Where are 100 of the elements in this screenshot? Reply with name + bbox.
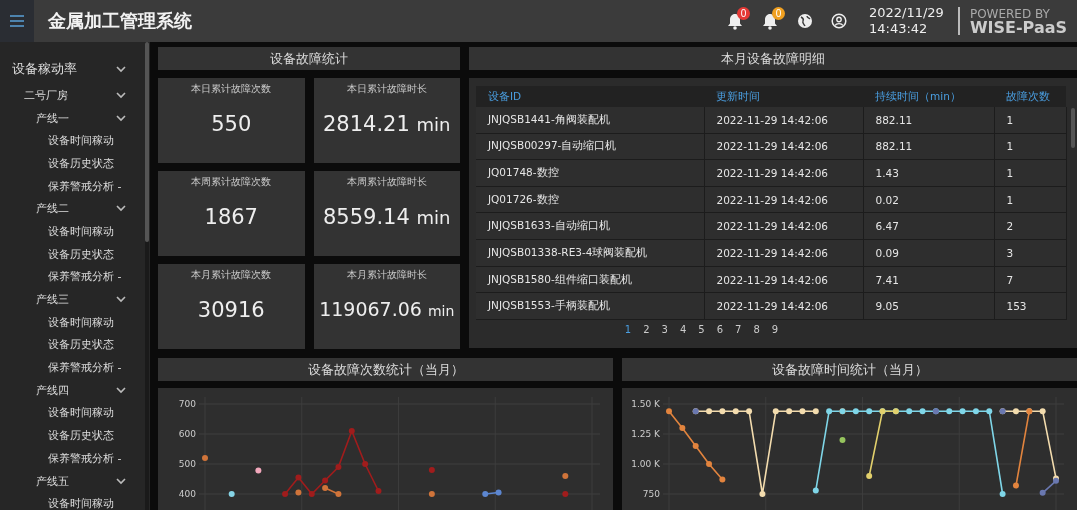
nav-item[interactable]: 保养警戒分析 - [48, 450, 122, 466]
data-point [482, 491, 489, 497]
page-link[interactable]: 8 [753, 324, 760, 335]
nav-item[interactable]: 设备时间稼动 [48, 496, 114, 510]
page-link[interactable]: 1 [624, 324, 632, 335]
y-axis-label: 1.25 K [630, 428, 660, 440]
y-axis-label: 1.50 K [630, 398, 660, 410]
table-cell: 882.11 [863, 133, 994, 160]
data-point [839, 437, 846, 443]
table-cell: JNJQSB1633-自动缩口机 [476, 213, 704, 240]
y-axis-label: 600 [177, 428, 196, 440]
table-cell: JNJQSB1580-组件缩口装配机 [476, 266, 704, 293]
table-cell: 3 [994, 239, 1066, 267]
data-point [706, 461, 713, 467]
nav-item[interactable]: 保养警戒分析 - [48, 269, 122, 285]
data-point [228, 491, 235, 497]
panel-title: 本月设备故障明细 [469, 47, 1077, 70]
nav-item[interactable]: 设备历史状态 [48, 337, 114, 353]
data-point [428, 491, 435, 497]
data-point [1039, 408, 1046, 415]
y-axis-label: 500 [177, 458, 196, 470]
data-point [866, 408, 873, 415]
page-link[interactable]: 6 [716, 324, 724, 335]
nav-item[interactable]: 产线二 [36, 201, 69, 217]
column-header: 设备ID [476, 86, 704, 107]
column-header: 故障次数 [994, 86, 1066, 107]
chevron-icon[interactable] [116, 114, 126, 122]
data-point [692, 443, 699, 449]
nav-item[interactable]: 设备历史状态 [48, 428, 114, 444]
powered-by-text: POWERED BY [969, 7, 1051, 21]
table-cell: JQ01726-数控 [476, 186, 704, 213]
panel-title: 设备故障统计 [158, 47, 460, 70]
globe-icon [796, 13, 813, 29]
nav-item[interactable]: 产线三 [36, 292, 69, 308]
nav-item[interactable]: 产线一 [36, 110, 69, 126]
data-point [986, 408, 993, 415]
notification-badge: 0 [736, 6, 750, 20]
chevron-icon[interactable] [116, 296, 126, 304]
data-point [666, 408, 672, 415]
nav-item[interactable]: 设备时间稼动 [48, 223, 114, 239]
user-button[interactable] [830, 13, 847, 29]
table-cell: 2 [994, 213, 1066, 240]
scrollbar-thumb[interactable] [1070, 108, 1075, 148]
stat-value: 8559.14 min [323, 205, 451, 229]
nav-item[interactable]: 设备时间稼动 [48, 405, 114, 421]
y-axis-label: 700 [177, 398, 196, 410]
nav-item[interactable]: 设备时间稼动 [48, 133, 114, 149]
table-cell: 2022-11-29 14:42:06 [704, 186, 863, 213]
page-link[interactable]: 2 [643, 324, 650, 335]
globe-button[interactable] [796, 13, 813, 29]
bell-icon [761, 12, 778, 30]
time-text: 14:43:42 [868, 21, 929, 37]
data-point [295, 489, 302, 496]
user-icon [830, 13, 847, 29]
nav-item[interactable]: 保养警戒分析 - [48, 178, 122, 194]
data-point [759, 491, 766, 497]
chevron-icon[interactable] [116, 91, 126, 99]
chevron-icon[interactable] [116, 386, 126, 394]
data-point [866, 473, 873, 479]
page-link[interactable]: 7 [735, 324, 742, 335]
page-link[interactable]: 9 [771, 324, 779, 335]
notification-button[interactable]: 0 [726, 6, 750, 30]
nav-item[interactable]: 设备稼动率 [12, 60, 77, 78]
data-point [679, 425, 686, 431]
page-link[interactable]: 4 [679, 324, 687, 335]
data-point [719, 408, 726, 415]
nav-item[interactable]: 设备历史状态 [48, 246, 114, 262]
data-point [562, 491, 569, 497]
table-cell: 153 [994, 292, 1066, 320]
data-point [999, 491, 1006, 497]
table-cell: 2022-11-29 14:42:06 [704, 159, 863, 187]
data-point [959, 408, 966, 415]
nav-item[interactable]: 设备时间稼动 [48, 314, 114, 330]
y-axis-label: 400 [177, 488, 196, 500]
data-point [282, 491, 289, 497]
nav-item[interactable]: 二号厂房 [24, 87, 68, 103]
table-cell: 2022-11-29 14:42:06 [704, 292, 863, 320]
stat-label: 本日累计故障时长 [346, 82, 427, 96]
table-cell: 0.09 [863, 239, 994, 267]
table-cell: 2022-11-29 14:42:06 [704, 213, 863, 240]
stat-value: 1867 [204, 205, 258, 229]
stat-value: 119067.06 min [319, 298, 455, 320]
nav-item[interactable]: 产线五 [36, 473, 69, 489]
page-link[interactable]: 5 [698, 324, 705, 335]
page-link[interactable]: 3 [661, 324, 668, 335]
scrollbar-thumb[interactable] [145, 42, 149, 242]
chevron-icon[interactable] [116, 477, 126, 485]
nav-item[interactable]: 产线四 [36, 382, 69, 398]
notification-badge: 0 [771, 6, 785, 20]
table-cell: 9.05 [863, 292, 994, 320]
data-point [295, 474, 302, 481]
table-cell: 1 [994, 133, 1066, 160]
nav-item[interactable]: 设备历史状态 [48, 155, 114, 171]
data-point [1039, 489, 1046, 496]
y-axis-label: 1.00 K [630, 458, 660, 470]
menu-button[interactable] [0, 0, 34, 42]
chevron-icon[interactable] [116, 65, 126, 73]
nav-item[interactable]: 保养警戒分析 - [48, 360, 122, 376]
table-cell: 1 [994, 186, 1066, 213]
chevron-icon[interactable] [116, 205, 126, 213]
